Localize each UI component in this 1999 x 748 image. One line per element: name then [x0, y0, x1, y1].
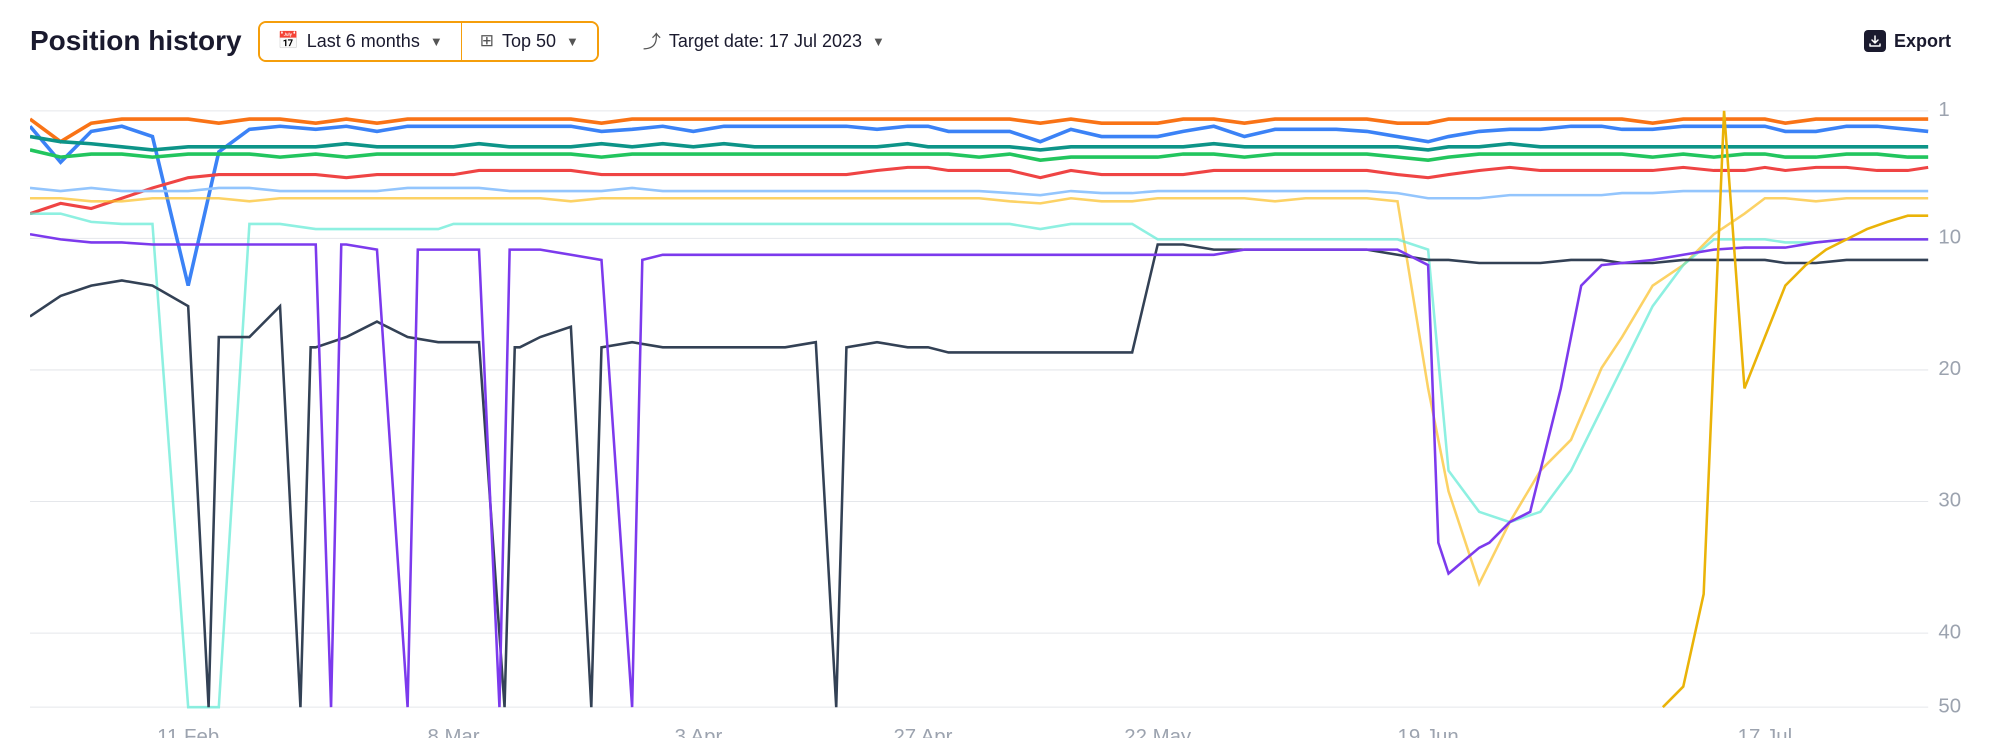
top-filter-chevron-icon: ▼	[566, 34, 579, 49]
position-history-chart: .grid-line { stroke: #e5e7eb; stroke-wid…	[30, 80, 1969, 738]
svg-text:19 Jun: 19 Jun	[1398, 725, 1459, 738]
export-label: Export	[1894, 31, 1951, 52]
svg-text:20: 20	[1938, 357, 1961, 380]
filter-controls-group: 📅 Last 6 months ▼ ⊞ Top 50 ▼	[258, 21, 599, 62]
target-date-label: Target date: 17 Jul 2023	[669, 31, 862, 52]
header: Position history 📅 Last 6 months ▼ ⊞ Top…	[30, 20, 1969, 62]
svg-text:22 May: 22 May	[1124, 725, 1192, 738]
svg-text:50: 50	[1938, 694, 1961, 717]
chart-area: .grid-line { stroke: #e5e7eb; stroke-wid…	[30, 80, 1969, 738]
date-range-label: Last 6 months	[307, 31, 420, 52]
export-button[interactable]: Export	[1846, 22, 1969, 60]
app-container: Position history 📅 Last 6 months ▼ ⊞ Top…	[0, 0, 1999, 748]
svg-text:40: 40	[1938, 620, 1961, 643]
trend-icon: ⤴	[643, 28, 661, 54]
svg-text:1: 1	[1938, 98, 1949, 121]
calendar-icon: 📅	[278, 31, 299, 51]
top-filter-button[interactable]: ⊞ Top 50 ▼	[462, 23, 597, 60]
target-date-chevron-icon: ▼	[872, 34, 885, 49]
date-range-chevron-icon: ▼	[430, 34, 443, 49]
top-filter-label: Top 50	[502, 31, 556, 52]
svg-text:27 Apr: 27 Apr	[893, 725, 952, 738]
export-icon	[1864, 30, 1886, 52]
target-date-button[interactable]: ⤴ Target date: 17 Jul 2023 ▼	[625, 20, 903, 62]
svg-text:3 Apr: 3 Apr	[675, 725, 723, 738]
table-icon: ⊞	[480, 31, 494, 51]
svg-text:10: 10	[1938, 225, 1961, 248]
page-title: Position history	[30, 25, 242, 57]
svg-text:17 Jul: 17 Jul	[1738, 725, 1792, 738]
svg-text:11 Feb: 11 Feb	[157, 725, 219, 738]
date-range-button[interactable]: 📅 Last 6 months ▼	[260, 23, 462, 60]
svg-text:30: 30	[1938, 489, 1961, 512]
svg-text:8 Mar: 8 Mar	[427, 725, 479, 738]
